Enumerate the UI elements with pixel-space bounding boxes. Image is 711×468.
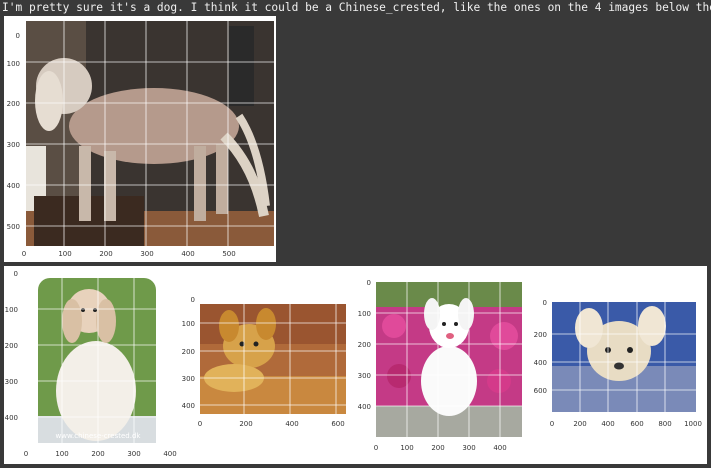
similar-1-x-tick: 200 <box>91 450 104 458</box>
similar-1-x-tick: 100 <box>55 450 68 458</box>
similar-4-x-tick: 200 <box>573 420 586 428</box>
similar-4-x-tick: 1000 <box>684 420 702 428</box>
similar-images-figure: www.chinese-crested.dk 0 100 200 300 400… <box>4 266 707 464</box>
watermark-text: www.chinese-crested.dk <box>56 432 142 440</box>
input-image-plot: 0 100 200 300 400 500 0 100 200 300 400 … <box>7 21 274 258</box>
similar-3-x-tick: 100 <box>400 444 413 452</box>
similar-1-y-tick: 300 <box>5 378 18 386</box>
similar-1-y-tick: 100 <box>5 306 18 314</box>
similar-4-x-tick: 400 <box>601 420 614 428</box>
input-y-tick: 400 <box>7 182 20 190</box>
similar-1-y-tick: 400 <box>5 414 18 422</box>
similar-3-x-tick: 400 <box>493 444 506 452</box>
similar-3-x-tick: 200 <box>431 444 444 452</box>
similar-2-y-tick: 300 <box>182 375 195 383</box>
similar-2-y-tick: 0 <box>191 296 195 304</box>
similar-3-y-tick: 400 <box>358 403 371 411</box>
similar-3-y-tick: 300 <box>358 372 371 380</box>
input-y-tick: 500 <box>7 223 20 231</box>
similar-4-x-tick: 0 <box>550 420 554 428</box>
input-x-tick: 400 <box>181 250 194 258</box>
similar-1-x-tick: 300 <box>127 450 140 458</box>
similar-4-y-tick: 600 <box>534 387 547 395</box>
similar-4-y-tick: 400 <box>534 359 547 367</box>
input-dog-photo <box>26 21 274 246</box>
similar-4-x-tick: 600 <box>630 420 643 428</box>
input-y-tick: 100 <box>7 60 20 68</box>
similar-dog-photo-4 <box>552 302 696 412</box>
similar-4-y-tick: 200 <box>534 331 547 339</box>
input-y-tick: 300 <box>7 141 20 149</box>
similar-2-y-tick: 200 <box>182 348 195 356</box>
similar-2-y-tick: 400 <box>182 402 195 410</box>
similar-2-y-tick: 100 <box>182 320 195 328</box>
similar-1-y-tick: 0 <box>14 270 18 278</box>
input-image-figure: 0 100 200 300 400 500 0 100 200 300 400 … <box>4 16 276 262</box>
similar-1-y-tick: 200 <box>5 342 18 350</box>
similar-images-plot: www.chinese-crested.dk 0 100 200 300 400… <box>5 270 702 458</box>
output-message: I'm pretty sure it's a dog. I think it c… <box>2 1 711 14</box>
similar-2-x-tick: 600 <box>331 420 344 428</box>
similar-2-x-tick: 0 <box>198 420 202 428</box>
similar-3-y-tick: 100 <box>358 310 371 318</box>
similar-4-y-tick: 0 <box>543 299 547 307</box>
input-x-tick: 0 <box>22 250 26 258</box>
input-y-tick: 0 <box>16 32 20 40</box>
similar-1-x-tick: 0 <box>24 450 28 458</box>
input-x-tick: 500 <box>222 250 235 258</box>
similar-dog-photo-1: www.chinese-crested.dk <box>38 278 156 443</box>
similar-3-y-tick: 200 <box>358 341 371 349</box>
input-x-tick: 300 <box>140 250 153 258</box>
input-x-tick: 200 <box>99 250 112 258</box>
similar-3-x-tick: 300 <box>462 444 475 452</box>
similar-2-x-tick: 200 <box>239 420 252 428</box>
input-y-tick: 200 <box>7 100 20 108</box>
similar-3-x-tick: 0 <box>374 444 378 452</box>
similar-1-x-tick: 400 <box>163 450 176 458</box>
similar-4-x-tick: 800 <box>658 420 671 428</box>
similar-3-y-tick: 0 <box>367 279 371 287</box>
similar-2-x-tick: 400 <box>285 420 298 428</box>
similar-dog-photo-2 <box>200 304 346 414</box>
input-x-tick: 100 <box>58 250 71 258</box>
